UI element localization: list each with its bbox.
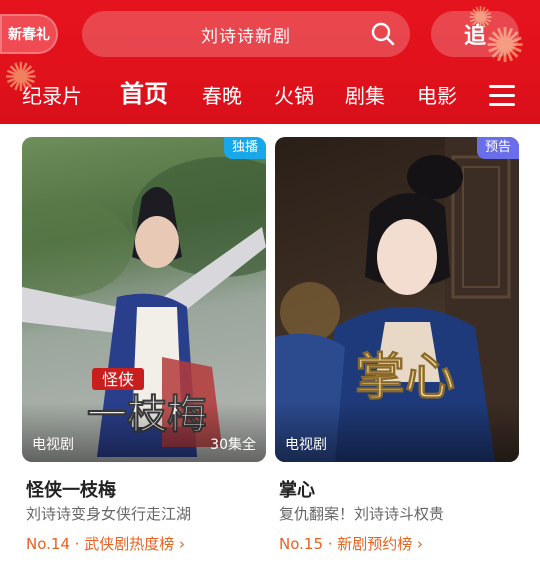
tab-spring-gala[interactable]: 春晚: [202, 78, 242, 114]
exclusive-badge: 独播: [223, 137, 266, 159]
genre-tag: 电视剧: [285, 437, 327, 453]
category-tabs: 纪录片 首页 春晚 火锅 剧集 电影: [0, 78, 540, 118]
search-query-text: 刘诗诗新剧: [201, 26, 291, 47]
search-bar[interactable]: 刘诗诗新剧: [82, 11, 410, 57]
new-year-gift-badge[interactable]: 新春礼: [0, 14, 58, 54]
episode-count: 30集全: [210, 437, 256, 453]
ranking-link[interactable]: No.14 · 武侠剧热度榜 ›: [26, 533, 185, 554]
show-title[interactable]: 怪侠一枝梅: [26, 476, 116, 502]
tab-movie[interactable]: 电影: [417, 78, 457, 114]
trailer-badge: 预告: [476, 137, 519, 159]
svg-text:掌心: 掌心: [355, 347, 455, 406]
tab-drama[interactable]: 剧集: [345, 78, 385, 114]
genre-tag: 电视剧: [32, 437, 74, 453]
show-description: 刘诗诗变身女侠行走江湖: [26, 505, 192, 523]
show-card[interactable]: 怪侠 一枝梅 独播 电视剧 30集全: [22, 137, 266, 462]
tab-home[interactable]: 首页: [120, 76, 168, 112]
ranking-link[interactable]: No.15 · 新剧预约榜 ›: [279, 533, 423, 554]
show-title[interactable]: 掌心: [279, 476, 315, 502]
tab-documentary[interactable]: 纪录片: [22, 78, 82, 114]
show-description: 复仇翻案！刘诗诗斗权贵: [279, 505, 445, 523]
tab-hotpot[interactable]: 火锅: [274, 78, 314, 114]
menu-icon[interactable]: [489, 85, 515, 107]
follow-button[interactable]: 追: [431, 11, 519, 57]
top-header: ✺ ✺ ✺ 新春礼 刘诗诗新剧 追 纪录片 首页 春晚 火锅 剧集 电影: [0, 0, 540, 124]
artwork-title-logo: 掌心: [355, 347, 456, 407]
show-card[interactable]: 掌心 预告 电视剧: [275, 137, 519, 462]
search-icon[interactable]: [370, 21, 396, 47]
svg-text:怪侠: 怪侠: [102, 370, 134, 389]
